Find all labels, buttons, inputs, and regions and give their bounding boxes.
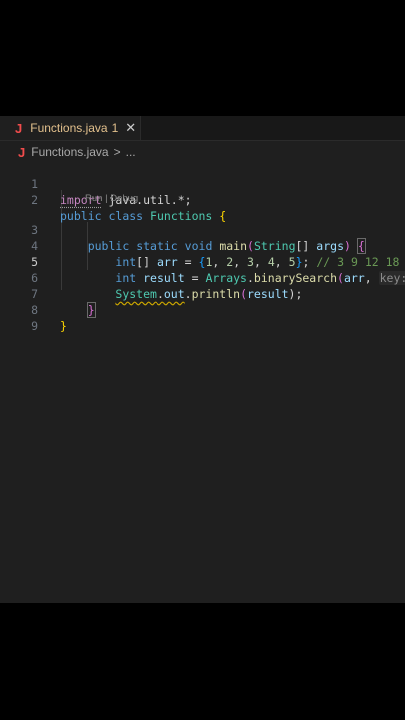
debug-link[interactable]: Debug [110, 193, 138, 204]
breadcrumb-more[interactable]: ... [126, 145, 136, 159]
code-line-3: 3 public static void main(String[] args)… [0, 206, 405, 254]
code-line-8: 8 } [0, 286, 405, 333]
code-line-1: 1 import java.util.*; [0, 160, 405, 207]
code-line-6: 6 System.out.println(result); [0, 254, 405, 301]
tab-bar: J Functions.java 1 ✕ [0, 116, 405, 141]
code-line-4: 4 int[] arr = {1, 2, 3, 4, 5}; // 3 9 12… [0, 222, 405, 269]
tab-label: Functions.java [30, 121, 108, 135]
java-file-icon: J [15, 120, 23, 136]
java-file-icon: J [18, 144, 26, 160]
brace: } [60, 319, 67, 333]
code-editor[interactable]: J Functions.java 1 ✕ J Functions.java > … [0, 116, 405, 603]
code-line-9: 9 [0, 302, 405, 333]
codelens-separator: | [105, 193, 108, 204]
breadcrumb: J Functions.java > ... [0, 142, 405, 162]
code-line-5: 5 int result = Arrays.binarySearch(arr, … [0, 238, 405, 285]
code-line-2: 2 public class Functions { [0, 176, 405, 223]
chevron-right-icon: > [113, 145, 121, 159]
tab-functions-java[interactable]: J Functions.java 1 ✕ [0, 116, 141, 140]
breadcrumb-file[interactable]: Functions.java [31, 145, 108, 159]
close-icon[interactable]: ✕ [125, 120, 136, 136]
code-line-7: 7 } [0, 270, 405, 318]
problems-badge: 1 [111, 121, 119, 135]
code-area[interactable]: 1 import java.util.*; 2 public class Fun… [0, 160, 405, 333]
run-link[interactable]: Run [85, 193, 102, 204]
line-number: 9 [31, 319, 38, 333]
codelens: Run | Debug [0, 192, 405, 206]
